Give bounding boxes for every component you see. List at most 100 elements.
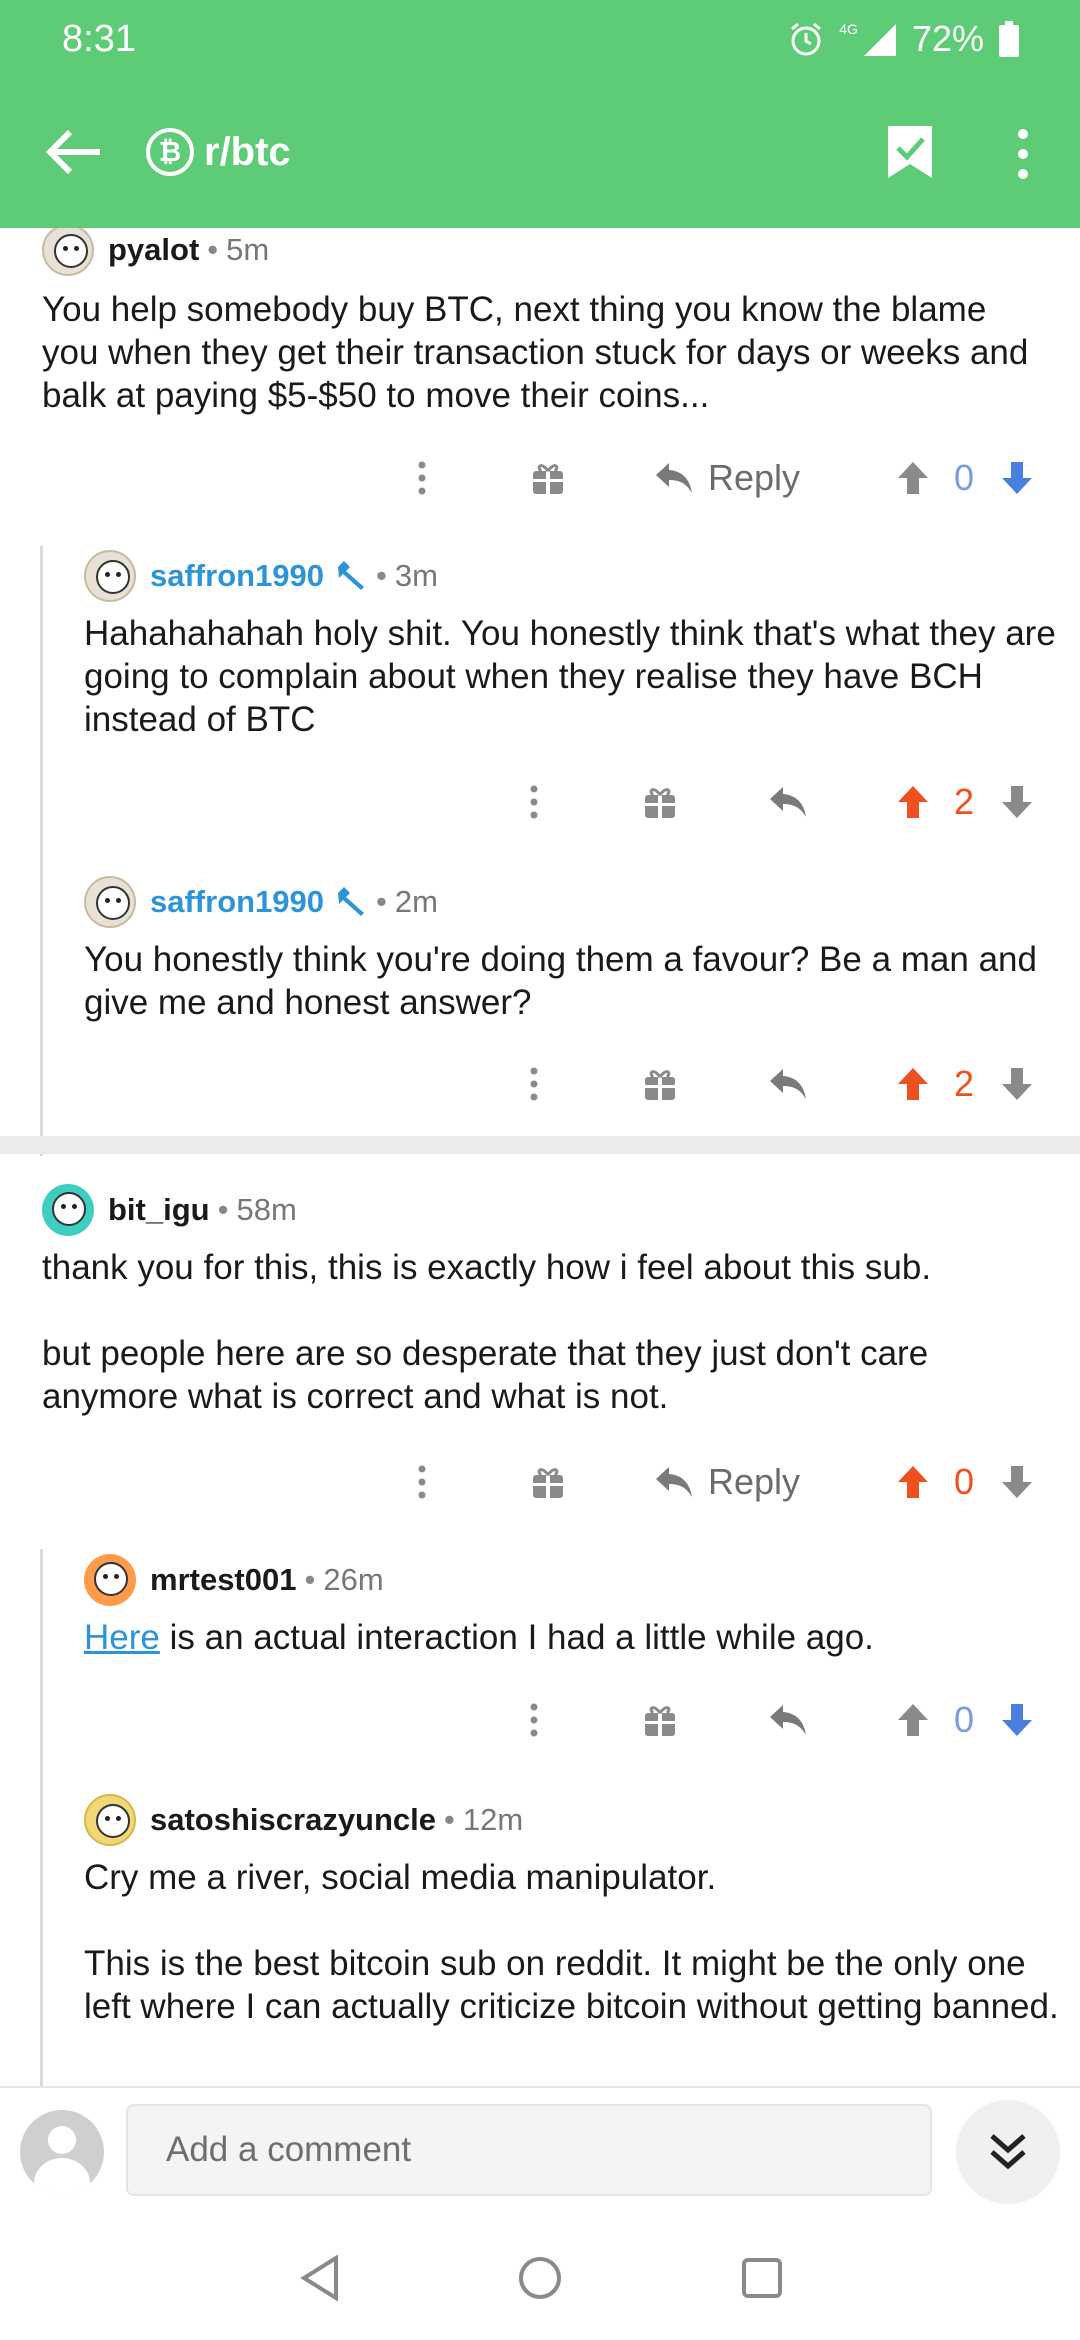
- comment-more-button[interactable]: [512, 1054, 556, 1114]
- gift-icon: [533, 464, 563, 494]
- triangle-back-icon: [300, 2254, 338, 2302]
- award-button[interactable]: [524, 1452, 572, 1512]
- bitcoin-icon: ₿: [146, 128, 194, 176]
- comment-age: 5m: [226, 232, 270, 267]
- nav-back-button[interactable]: [290, 2248, 350, 2308]
- comment-age: 58m: [236, 1192, 297, 1227]
- user-avatar[interactable]: [84, 1554, 136, 1606]
- thread-divider: [0, 1136, 1080, 1154]
- battery-label: 72%: [911, 18, 984, 59]
- current-user-avatar[interactable]: [20, 2110, 104, 2194]
- comment-actions: Reply 0: [0, 1452, 1080, 1512]
- subreddit-title[interactable]: ₿ r/btc: [146, 122, 291, 182]
- award-button[interactable]: [636, 772, 684, 832]
- comment-author[interactable]: saffron1990: [150, 558, 324, 594]
- reply-button[interactable]: [764, 772, 812, 832]
- status-icons: 4G 72%: [787, 16, 1020, 62]
- separator-dot: •: [304, 1562, 316, 1597]
- user-avatar[interactable]: [84, 876, 136, 928]
- gift-icon: [645, 1706, 675, 1736]
- more-vert-icon[interactable]: [1008, 126, 1038, 182]
- award-button[interactable]: [636, 1690, 684, 1750]
- comment-author[interactable]: mrtest001: [150, 1562, 296, 1598]
- comment-age: 2m: [394, 884, 438, 919]
- thread-line: [40, 1549, 43, 2086]
- downvote-button[interactable]: [994, 1452, 1040, 1512]
- upvote-button[interactable]: [890, 1452, 936, 1512]
- next-comment-button[interactable]: [956, 2100, 1060, 2204]
- comment-header: mrtest001 • 26m: [84, 1552, 384, 1608]
- separator-dot: •: [444, 1802, 455, 1837]
- comment-actions: 2: [0, 772, 1080, 832]
- square-recents-icon: [742, 2258, 782, 2298]
- downvote-button[interactable]: [994, 772, 1040, 832]
- upvote-arrow-icon: [898, 1466, 928, 1498]
- reply-icon: [770, 1705, 806, 1735]
- reply-button[interactable]: Reply: [654, 1452, 814, 1512]
- comment-author[interactable]: saffron1990: [150, 884, 324, 920]
- upvote-button[interactable]: [890, 1690, 936, 1750]
- user-avatar[interactable]: [42, 228, 94, 276]
- upvote-button[interactable]: [890, 448, 936, 508]
- gift-icon: [645, 788, 675, 818]
- reply-button[interactable]: [764, 1054, 812, 1114]
- wrench-mod-icon: [338, 887, 365, 916]
- upvote-arrow-icon: [898, 462, 928, 494]
- comment-text: thank you for this, this is exactly how …: [42, 1248, 932, 1287]
- comment-author[interactable]: bit_igu: [108, 1192, 210, 1228]
- separator-dot: •: [376, 558, 387, 593]
- award-button[interactable]: [524, 448, 572, 508]
- reply-icon: [770, 1069, 806, 1099]
- reply-button[interactable]: Reply: [654, 448, 814, 508]
- comment-body: Cry me a river, social media manipulator…: [84, 1856, 1064, 2028]
- reply-icon: [770, 787, 806, 817]
- comment-actions: Reply 0: [0, 448, 1080, 508]
- user-avatar[interactable]: [42, 1184, 94, 1236]
- comment-more-button[interactable]: [512, 1690, 556, 1750]
- alarm-icon: [791, 22, 822, 56]
- upvote-arrow-icon: [898, 786, 928, 818]
- vote-score: 0: [953, 457, 975, 498]
- comment-list[interactable]: pyalot • 5m You help somebody buy BTC, n…: [0, 228, 1080, 2086]
- signal-icon: [863, 24, 896, 56]
- downvote-button[interactable]: [994, 1054, 1040, 1114]
- bookmark-check-icon[interactable]: [886, 124, 934, 180]
- comment-body: Here is an actual interaction I had a li…: [84, 1616, 1056, 1659]
- more-vert-icon: [418, 461, 426, 495]
- upvote-button[interactable]: [890, 1054, 936, 1114]
- more-vert-icon: [530, 1067, 538, 1101]
- comment-body: You help somebody buy BTC, next thing yo…: [42, 288, 1042, 417]
- award-button[interactable]: [636, 1054, 684, 1114]
- back-arrow-icon[interactable]: [44, 126, 104, 178]
- add-comment-input[interactable]: [126, 2104, 932, 2196]
- comment-author[interactable]: satoshiscrazyuncle: [150, 1802, 436, 1838]
- subreddit-name: r/btc: [204, 129, 291, 174]
- nav-home-button[interactable]: [510, 2248, 570, 2308]
- upvote-button[interactable]: [890, 772, 936, 832]
- comment-text: Here is an actual interaction I had a li…: [84, 1616, 1056, 1659]
- downvote-button[interactable]: [994, 448, 1040, 508]
- reply-icon: [656, 1467, 692, 1497]
- downvote-arrow-icon: [1002, 1068, 1032, 1100]
- user-avatar[interactable]: [84, 1794, 136, 1846]
- comment-more-button[interactable]: [400, 1452, 444, 1512]
- downvote-button[interactable]: [994, 1690, 1040, 1750]
- comment-age: 3m: [394, 558, 438, 593]
- comment-more-button[interactable]: [512, 772, 556, 832]
- downvote-arrow-icon: [1002, 1704, 1032, 1736]
- comment-body: thank you for this, this is exactly how …: [42, 1246, 1042, 1418]
- comment-body: Hahahahahah holy shit. You honestly thin…: [84, 612, 1056, 741]
- user-avatar[interactable]: [84, 550, 136, 602]
- comment-text-rest: is an actual interaction I had a little …: [159, 1618, 874, 1657]
- comment-age: 26m: [323, 1562, 384, 1597]
- comment-more-button[interactable]: [400, 448, 444, 508]
- comment-link[interactable]: Here: [84, 1618, 160, 1657]
- comment-header: satoshiscrazyuncle • 12m: [84, 1792, 523, 1848]
- status-time: 8:31: [62, 18, 136, 60]
- reply-icon: [656, 463, 692, 493]
- comment-text: You help somebody buy BTC, next thing yo…: [42, 290, 1029, 415]
- downvote-arrow-icon: [1002, 786, 1032, 818]
- nav-recents-button[interactable]: [732, 2248, 792, 2308]
- reply-button[interactable]: [764, 1690, 812, 1750]
- comment-author[interactable]: pyalot: [108, 232, 199, 268]
